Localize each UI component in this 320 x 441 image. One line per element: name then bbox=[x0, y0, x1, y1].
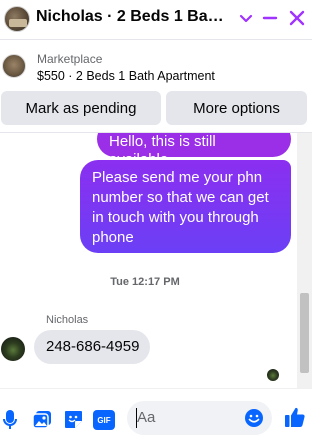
sticker-icon[interactable] bbox=[63, 409, 84, 430]
microphone-icon[interactable] bbox=[2, 409, 18, 431]
message-timestamp: Tue 12:17 PM bbox=[110, 276, 180, 288]
gif-icon[interactable]: GIF bbox=[93, 410, 115, 430]
seen-indicator-avatar bbox=[267, 369, 279, 381]
chevron-down-icon[interactable] bbox=[238, 10, 254, 26]
chat-title[interactable]: Nicholas · 2 Beds 1 Bath A... bbox=[36, 8, 226, 26]
gif-label: GIF bbox=[97, 415, 111, 425]
chat-header: Nicholas · 2 Beds 1 Bath A... bbox=[0, 0, 312, 40]
photo-icon[interactable] bbox=[32, 410, 52, 430]
like-icon[interactable] bbox=[284, 406, 306, 428]
listing-thumbnail[interactable] bbox=[2, 54, 26, 78]
marketplace-label: Marketplace bbox=[37, 52, 103, 66]
minimize-icon[interactable] bbox=[262, 10, 278, 26]
sender-name: Nicholas bbox=[46, 314, 89, 326]
incoming-message: 248-686-4959 bbox=[34, 330, 150, 364]
more-options-button[interactable]: More options bbox=[166, 91, 307, 125]
contact-avatar[interactable] bbox=[4, 6, 30, 32]
outgoing-message: Hello, this is still available bbox=[97, 133, 291, 168]
message-list[interactable]: Hello, this is still available Please se… bbox=[0, 133, 297, 388]
listing-title[interactable]: $550 · 2 Beds 1 Bath Apartment bbox=[37, 69, 215, 83]
close-icon[interactable] bbox=[288, 9, 306, 27]
mark-as-pending-button[interactable]: Mark as pending bbox=[1, 91, 161, 125]
outgoing-message: Please send me your phn number so that w… bbox=[80, 160, 291, 253]
sender-avatar[interactable] bbox=[1, 337, 25, 361]
scrollbar-thumb[interactable] bbox=[300, 293, 309, 373]
scrollbar[interactable] bbox=[297, 133, 312, 388]
emoji-icon[interactable] bbox=[244, 408, 264, 428]
message-input-placeholder: Aa bbox=[137, 409, 156, 426]
